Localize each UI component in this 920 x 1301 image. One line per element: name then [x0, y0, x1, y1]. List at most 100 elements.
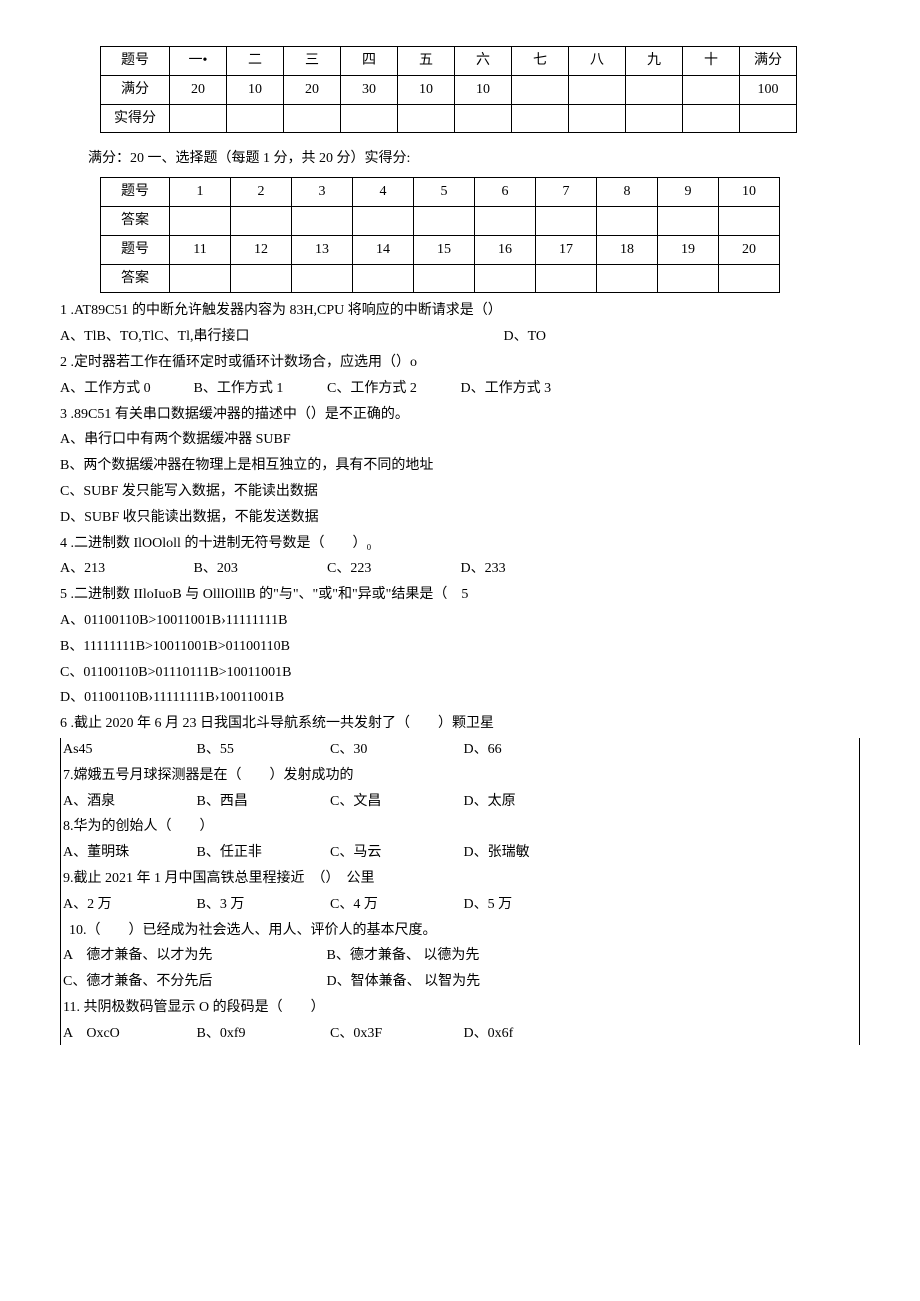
- cell: 5: [414, 178, 475, 207]
- cell: [719, 264, 780, 293]
- question-1: 1 .AT89C51 的中断允许触发器内容为 83H,CPU 将响应的中断请求是…: [60, 299, 860, 323]
- cell: 六: [455, 47, 512, 76]
- question-10-options-row2: C、德才兼备、不分先后 D、智体兼备、 以智为先: [63, 970, 857, 994]
- cell: [170, 264, 231, 293]
- cell: 8: [597, 178, 658, 207]
- table-row: 题号 11 12 13 14 15 16 17 18 19 20: [101, 235, 780, 264]
- cell: [414, 264, 475, 293]
- question-10-options-row1: A 德才兼备、以才为先 B、德才兼备、 以德为先: [63, 944, 857, 968]
- cell: [231, 206, 292, 235]
- option-b: B、西昌: [197, 790, 327, 814]
- question-9-options: A、2 万 B、3 万 C、4 万 D、5 万: [63, 893, 857, 917]
- cell: [569, 75, 626, 104]
- question-9: 9.截止 2021 年 1 月中国高铁总里程接近 （） 公里: [63, 867, 857, 891]
- option-b: B、55: [197, 738, 327, 762]
- question-1-options: A、TlB、TO,TlC、Tl,串行接口 D、TO: [60, 325, 860, 349]
- cell: 12: [231, 235, 292, 264]
- option-a: A OxcO: [63, 1022, 193, 1046]
- cell: [597, 206, 658, 235]
- option-d: D、66: [464, 738, 594, 762]
- option-c: C、223: [327, 557, 457, 581]
- table-row: 答案: [101, 206, 780, 235]
- option-d: D、智体兼备、 以智为先: [327, 970, 481, 994]
- cell: 10: [455, 75, 512, 104]
- question-4: 4 .二进制数 IlOOloll 的十进制无符号数是（ ）₀: [60, 532, 860, 556]
- cell: [455, 104, 512, 133]
- cell: 八: [569, 47, 626, 76]
- cell: [227, 104, 284, 133]
- option-a: A、董明珠: [63, 841, 193, 865]
- cell: 二: [227, 47, 284, 76]
- cell: 五: [398, 47, 455, 76]
- option-b: B、任正非: [197, 841, 327, 865]
- cell: [683, 104, 740, 133]
- option-c: C、30: [330, 738, 460, 762]
- cell: 7: [536, 178, 597, 207]
- cell: 100: [740, 75, 797, 104]
- cell: [658, 264, 719, 293]
- cell: 题号: [101, 47, 170, 76]
- cell: 17: [536, 235, 597, 264]
- cell: [597, 264, 658, 293]
- cell: 一•: [170, 47, 227, 76]
- cell: [341, 104, 398, 133]
- cell: 6: [475, 178, 536, 207]
- cell: [398, 104, 455, 133]
- option-b: B、两个数据缓冲器在物理上是相互独立的，具有不同的地址: [60, 454, 860, 478]
- cell: [292, 264, 353, 293]
- cell: 20: [284, 75, 341, 104]
- option-a: A、TlB、TO,TlC、Tl,串行接口: [60, 325, 500, 349]
- cell: [414, 206, 475, 235]
- cell: 九: [626, 47, 683, 76]
- cell: 满分: [101, 75, 170, 104]
- cell: [292, 206, 353, 235]
- cell: 11: [170, 235, 231, 264]
- option-b: B、工作方式 1: [194, 377, 324, 401]
- cell: 四: [341, 47, 398, 76]
- cell: 15: [414, 235, 475, 264]
- option-d: D、0x6f: [464, 1022, 594, 1046]
- cell: 13: [292, 235, 353, 264]
- table-row: 题号 1 2 3 4 5 6 7 8 9 10: [101, 178, 780, 207]
- option-c: C、SUBF 发只能写入数据，不能读出数据: [60, 480, 860, 504]
- cell: 题号: [101, 178, 170, 207]
- cell: [626, 104, 683, 133]
- option-d: D、张瑞敏: [464, 841, 594, 865]
- cell: [231, 264, 292, 293]
- cell: [536, 264, 597, 293]
- cell: [740, 104, 797, 133]
- cell: [536, 206, 597, 235]
- answer-table: 题号 1 2 3 4 5 6 7 8 9 10 答案 题号 11 12 13 1…: [100, 177, 780, 293]
- option-a: A、2 万: [63, 893, 193, 917]
- cell: [569, 104, 626, 133]
- option-d: D、SUBF 收只能读出数据，不能发送数据: [60, 506, 860, 530]
- question-4-options: A、213 B、203 C、223 D、233: [60, 557, 860, 581]
- option-b: B、203: [194, 557, 324, 581]
- question-5: 5 .二进制数 IIloIuoB 与 OlllOlllB 的"与"、"或"和"异…: [60, 583, 860, 607]
- cell: 10: [719, 178, 780, 207]
- cell: 4: [353, 178, 414, 207]
- cell: 20: [170, 75, 227, 104]
- cell: 满分: [740, 47, 797, 76]
- cell: 三: [284, 47, 341, 76]
- option-d: D、工作方式 3: [461, 377, 591, 401]
- cell: [475, 206, 536, 235]
- cell: 16: [475, 235, 536, 264]
- option-a: A、01100110B>10011001B›11111111B: [60, 609, 860, 633]
- cell: 9: [658, 178, 719, 207]
- cell: [170, 104, 227, 133]
- option-b: B、0xf9: [197, 1022, 327, 1046]
- table-row: 满分 20 10 20 30 10 10 100: [101, 75, 797, 104]
- question-6-options: As45 B、55 C、30 D、66: [63, 738, 857, 762]
- cell: [475, 264, 536, 293]
- option-c: C、01100110B>01110111B>10011001B: [60, 661, 860, 685]
- option-d: D、01100110B›11111111B›10011001B: [60, 686, 860, 710]
- cell: 10: [227, 75, 284, 104]
- option-a: A 德才兼备、以才为先: [63, 944, 323, 968]
- question-7: 7.嫦娥五号月球探测器是在（ ）发射成功的: [63, 764, 857, 788]
- cell: 七: [512, 47, 569, 76]
- option-c: C、0x3F: [330, 1022, 460, 1046]
- question-10: 10.（ ）已经成为社会选人、用人、评价人的基本尺度。: [69, 919, 857, 943]
- question-7-options: A、酒泉 B、西昌 C、文昌 D、太原: [63, 790, 857, 814]
- cell: [353, 264, 414, 293]
